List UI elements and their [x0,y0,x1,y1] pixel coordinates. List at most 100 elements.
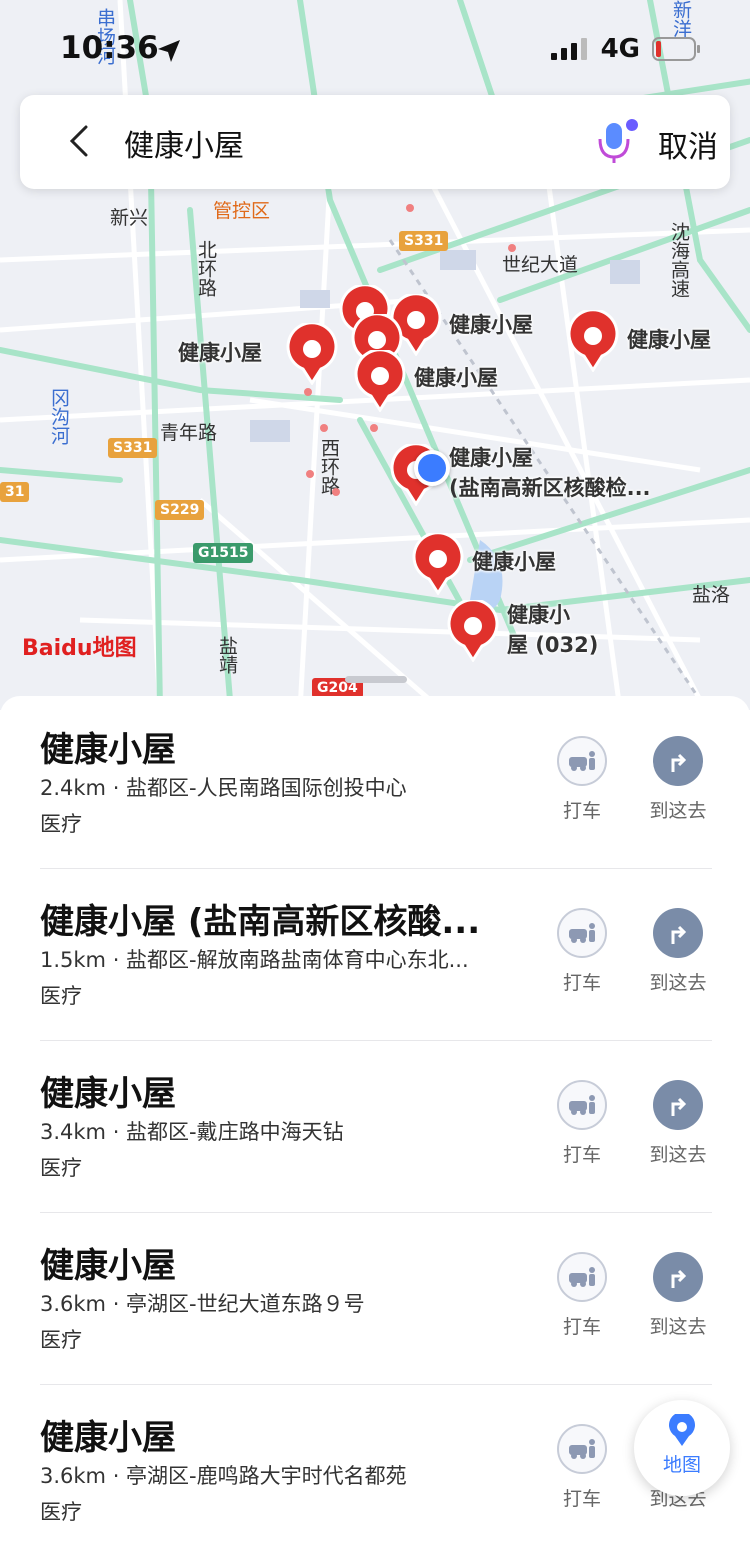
result-name: 健康小屋 [40,1246,176,1286]
map-pin-icon [669,1414,695,1446]
taxi-button[interactable]: 打车 [542,1252,622,1339]
road-label: 世纪大道 [502,254,579,276]
road-label: 盐靖 [216,636,238,674]
map-pin[interactable] [411,531,465,596]
route-arrow-icon [671,925,687,944]
road-label: 北环路 [195,240,217,297]
result-detail: 2.4km · 盐都区-人民南路国际创投中心 [40,776,407,800]
status-bar: 10:36 4G [0,0,750,96]
status-time: 10:36 [60,30,159,66]
taxi-label: 打车 [562,1316,601,1338]
road-tag: S331 [399,231,449,251]
route-arrow-icon [671,753,687,772]
taxi-label: 打车 [562,800,601,822]
result-name: 健康小屋 (盐南高新区核酸... [40,902,481,942]
navigate-label: 到这去 [649,1144,707,1166]
road-tag: 31 [0,482,30,502]
navigate-button[interactable]: 到这去 [638,1080,718,1167]
result-detail: 1.5km · 盐都区-解放南路盐南体育中心东北... [40,948,469,972]
taxi-button[interactable]: 打车 [542,1080,622,1167]
taxi-label: 打车 [562,972,601,994]
minor-poi-dot [304,388,312,396]
result-name: 健康小屋 [40,1074,176,1114]
baidu-map-logo: Baidu地图 [22,636,137,661]
route-arrow-icon [671,1269,687,1288]
map-pin[interactable] [446,598,500,663]
road-label: 新兴 [110,207,149,229]
pin-label: (盐南高新区核酸检... [449,476,651,500]
result-category: 医疗 [40,812,82,836]
minor-poi-dot [320,424,328,432]
pin-label: 健康小屋 [472,550,556,574]
road-label: 沈海高速 [668,222,690,298]
result-item[interactable]: 健康小屋 (盐南高新区核酸... 1.5km · 盐都区-解放南路盐南体育中心东… [40,868,712,1041]
pin-label: 健康小屋 [627,328,711,352]
location-arrow-icon [158,40,180,62]
result-category: 医疗 [40,1156,82,1180]
pin-label: 健康小屋 [414,366,498,390]
car-icon [569,1267,595,1287]
result-item[interactable]: 健康小屋 3.6km · 亭湖区-鹿鸣路大宇时代名都苑 医疗 打车 到这去 [40,1384,712,1556]
map-toggle-label: 地图 [662,1454,701,1476]
search-input[interactable]: 健康小屋 [124,121,244,165]
result-category: 医疗 [40,1328,82,1352]
navigate-label: 到这去 [649,800,707,822]
navigate-button[interactable]: 到这去 [638,908,718,995]
map-toggle-button[interactable]: 地图 [634,1400,730,1496]
back-arrow-icon[interactable] [64,123,96,159]
car-icon [569,1095,595,1115]
navigate-label: 到这去 [649,1316,707,1338]
pin-label: 健康小 [507,603,570,627]
result-item[interactable]: 健康小屋 3.6km · 亭湖区-世纪大道东路９号 医疗 打车 到这去 [40,1212,712,1385]
sheet-drag-handle[interactable] [345,676,407,683]
road-tag: G1515 [193,543,254,563]
result-category: 医疗 [40,984,82,1008]
network-type: 4G [600,34,640,64]
result-name: 健康小屋 [40,730,176,770]
taxi-button[interactable]: 打车 [542,908,622,995]
cancel-button[interactable]: 取消 [658,122,718,166]
car-icon [569,1439,595,1459]
navigate-button[interactable]: 到这去 [638,736,718,823]
taxi-button[interactable]: 打车 [542,736,622,823]
road-tag: S229 [155,500,205,520]
taxi-label: 打车 [562,1488,601,1510]
navigate-button[interactable]: 到这去 [638,1252,718,1339]
pin-label: 屋 (032) [507,633,599,657]
battery-icon [652,37,700,61]
result-item[interactable]: 健康小屋 3.4km · 盐都区-戴庄路中海天钻 医疗 打车 到这去 [40,1040,712,1213]
road-label: 西环路 [318,438,340,495]
road-label: 冈沟河 [48,388,70,445]
result-category: 医疗 [40,1500,82,1524]
minor-poi-dot [508,244,516,252]
taxi-button[interactable]: 打车 [542,1424,622,1511]
map-pin[interactable] [353,348,407,413]
results-sheet: 健康小屋 2.4km · 盐都区-人民南路国际创投中心 医疗 打车 到这去 健康… [0,696,750,1551]
minor-poi-dot [370,424,378,432]
result-item[interactable]: 健康小屋 2.4km · 盐都区-人民南路国际创投中心 医疗 打车 到这去 [40,696,712,869]
car-icon [569,923,595,943]
taxi-label: 打车 [562,1144,601,1166]
minor-poi-dot [406,204,414,212]
road-label: 青年路 [160,422,218,444]
route-arrow-icon [671,1097,687,1116]
voice-mic-icon[interactable] [594,117,638,165]
pin-label: 健康小屋 [449,313,533,337]
road-label-control-zone: 管控区 [213,200,271,222]
result-detail: 3.6km · 亭湖区-世纪大道东路９号 [40,1292,365,1316]
pin-label: 健康小屋 [178,341,262,365]
result-detail: 3.4km · 盐都区-戴庄路中海天钻 [40,1120,344,1144]
road-tag: S331 [108,438,158,458]
result-name: 健康小屋 [40,1418,176,1458]
result-detail: 3.6km · 亭湖区-鹿鸣路大宇时代名都苑 [40,1464,407,1488]
signal-icon [550,38,587,60]
current-location-icon [414,450,450,486]
road-label: 盐洛 [692,584,731,606]
car-icon [569,751,595,771]
minor-poi-dot [332,488,340,496]
minor-poi-dot [306,470,314,478]
map-pin[interactable] [566,308,620,373]
pin-label: 健康小屋 [449,446,533,470]
search-bar[interactable]: 健康小屋 取消 [20,95,730,189]
map-pin[interactable] [285,321,339,386]
